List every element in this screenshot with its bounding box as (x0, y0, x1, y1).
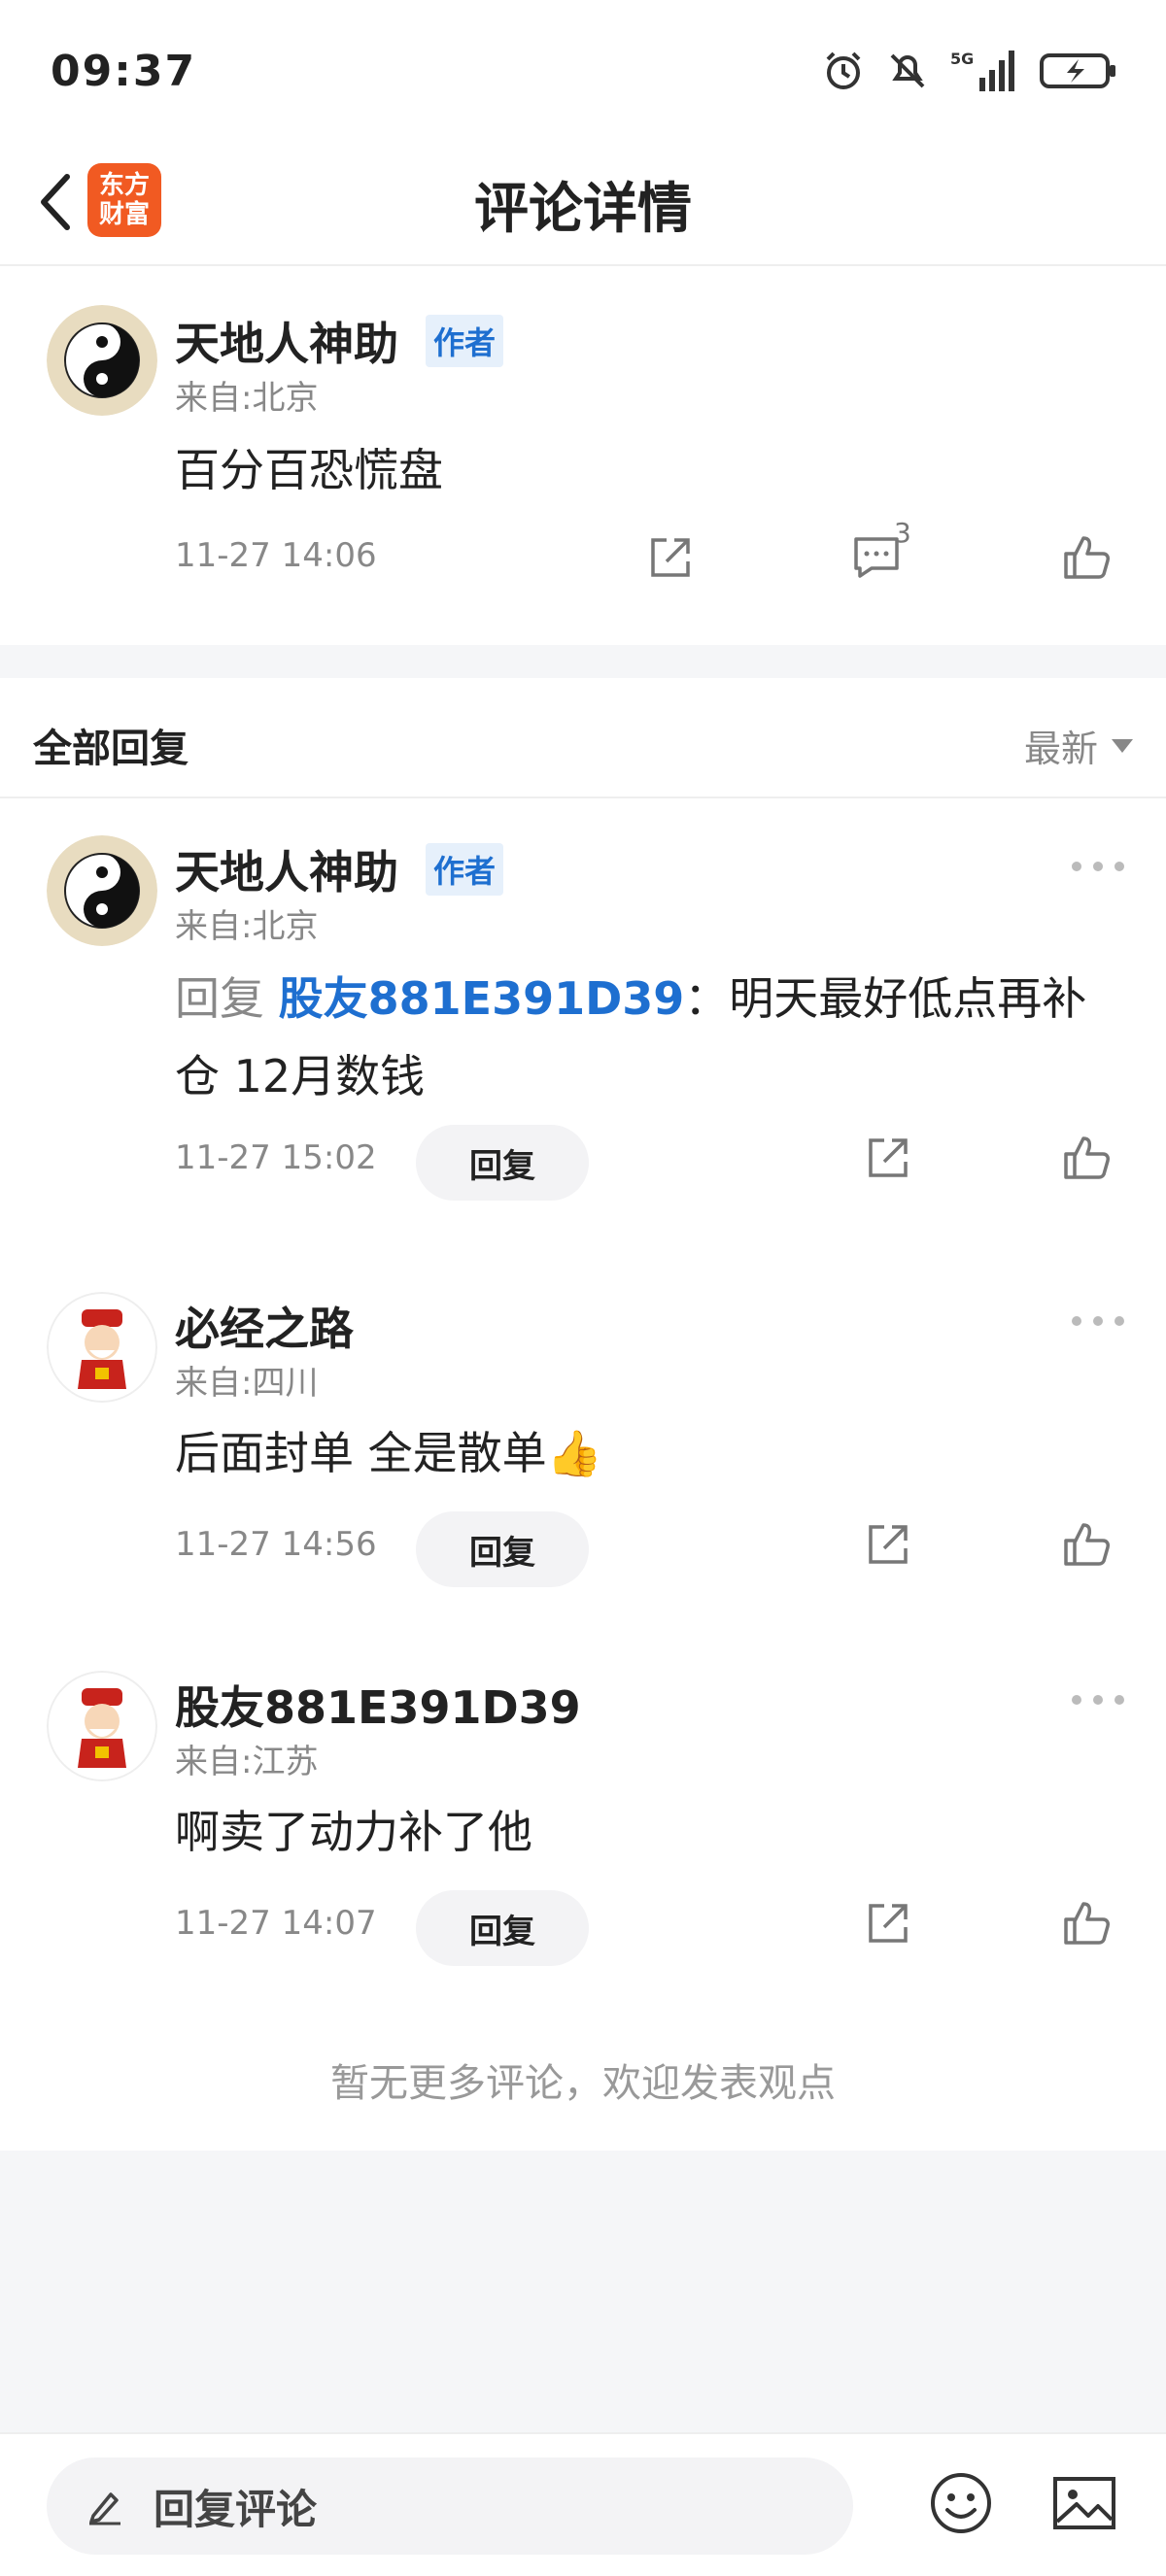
thumbs-up-icon (1064, 1136, 1110, 1179)
reply-prefix: 回复 (175, 972, 264, 1025)
navbar: 东方 财富 评论详情 (0, 146, 1166, 266)
comment-count-button[interactable]: 3 (838, 517, 915, 587)
reply-button[interactable]: 回复 (416, 1511, 589, 1587)
svg-text:5G: 5G (950, 50, 974, 68)
comment-time: 11-27 14:06 (175, 536, 377, 575)
share-button[interactable] (641, 528, 700, 587)
user-name[interactable]: 天地人神助 (175, 837, 398, 901)
section-divider (0, 645, 1166, 678)
mention-link[interactable]: 股友881E391D39 (279, 972, 685, 1025)
reply-input-placeholder: 回复评论 (154, 2485, 318, 2533)
caishen-avatar-icon (47, 1671, 157, 1781)
thumbs-up-icon (1064, 536, 1110, 579)
replies-title: 全部回复 (33, 727, 189, 771)
reply-button[interactable]: 回复 (416, 1890, 589, 1966)
page-title: 评论详情 (474, 178, 692, 241)
reply-item: 天地人神助 作者 来自:北京 回复 股友881E391D39：明天最好低点再补 … (0, 798, 1166, 1216)
reply-text-content: 后面封单 全是散单 (175, 1427, 547, 1479)
emoji-button[interactable] (929, 2471, 993, 2535)
reply-text-line2: 仓 12月数钱 (175, 1050, 426, 1102)
like-button[interactable] (1057, 1515, 1115, 1574)
reply-text-line1: ：明天最好低点再补 (684, 972, 1087, 1025)
author-badge: 作者 (426, 315, 504, 367)
status-time: 09:37 (51, 47, 197, 96)
user-name[interactable]: 天地人神助 (175, 309, 398, 373)
image-icon (1053, 2477, 1115, 2529)
replies-header: 全部回复 最新 (0, 678, 1166, 798)
bottom-bar: 回复评论 (0, 2432, 1166, 2576)
comment-text: 百分百恐慌盘 (175, 444, 443, 496)
user-name[interactable]: 必经之路 (175, 1294, 354, 1358)
thumbs-up-icon (1064, 1523, 1110, 1566)
status-icons: 5G (822, 49, 1117, 97)
footer-spacer (0, 2151, 1166, 2432)
reply-time: 11-27 14:56 (175, 1525, 377, 1564)
reply-text: 后面封单 全是散单👍 (175, 1414, 602, 1492)
reply-comment-input[interactable]: 回复评论 (47, 2457, 853, 2555)
author-badge: 作者 (426, 843, 504, 896)
alarm-icon (822, 50, 865, 96)
like-button[interactable] (1057, 1129, 1115, 1187)
mute-icon (886, 50, 929, 96)
reply-time: 11-27 14:07 (175, 1904, 377, 1943)
sort-label: 最新 (1023, 728, 1098, 770)
location-label: 来自:四川 (175, 1364, 319, 1403)
5g-signal-icon: 5G (950, 49, 1018, 97)
thumbs-up-emoji: 👍 (546, 1427, 602, 1479)
main-comment: 天地人神助 作者 来自:北京 百分百恐慌盘 11-27 14:06 3 (0, 266, 1166, 645)
reply-button[interactable]: 回复 (416, 1125, 589, 1201)
more-options-icon[interactable] (1069, 1311, 1127, 1331)
reply-item: 必经之路 来自:四川 后面封单 全是散单👍 11-27 14:56 回复 (0, 1253, 1166, 1622)
user-name[interactable]: 股友881E391D39 (175, 1673, 581, 1737)
location-label: 来自:北京 (175, 379, 319, 418)
share-icon (869, 1904, 908, 1943)
status-bar: 09:37 5G (0, 0, 1166, 146)
comment-count: 3 (894, 517, 911, 549)
yin-yang-avatar-icon (47, 835, 157, 946)
thumbs-up-icon (1064, 1902, 1110, 1945)
reply-item: 股友881E391D39 来自:江苏 啊卖了动力补了他 11-27 14:07 … (0, 1632, 1166, 2001)
avatar[interactable] (47, 1292, 157, 1403)
sort-dropdown[interactable]: 最新 (1024, 719, 1133, 772)
battery-charging-icon (1040, 50, 1117, 96)
location-label: 来自:北京 (175, 907, 319, 946)
dropdown-triangle-icon (1112, 738, 1133, 753)
share-icon (651, 538, 690, 577)
reply-text: 回复 股友881E391D39：明天最好低点再补 仓 12月数钱 (175, 960, 1108, 1115)
location-label: 来自:江苏 (175, 1743, 319, 1781)
pencil-icon (89, 2492, 120, 2525)
share-button[interactable] (859, 1129, 917, 1187)
end-of-comments-message: 暂无更多评论，欢迎发表观点 (330, 2061, 836, 2106)
like-button[interactable] (1057, 1894, 1115, 1952)
more-options-icon[interactable] (1069, 1690, 1127, 1710)
avatar[interactable] (47, 835, 157, 946)
reply-text: 啊卖了动力补了他 (175, 1806, 532, 1858)
yin-yang-avatar-icon (47, 305, 157, 416)
reply-time: 11-27 15:02 (175, 1138, 377, 1177)
share-button[interactable] (859, 1515, 917, 1574)
avatar[interactable] (47, 305, 157, 416)
caishen-avatar-icon (47, 1292, 157, 1403)
more-options-icon[interactable] (1069, 857, 1127, 876)
share-icon (869, 1138, 908, 1177)
share-button[interactable] (859, 1894, 917, 1952)
image-button[interactable] (1051, 2471, 1117, 2535)
avatar[interactable] (47, 1671, 157, 1781)
like-button[interactable] (1057, 528, 1115, 587)
share-icon (869, 1525, 908, 1564)
smiley-icon (931, 2473, 991, 2533)
